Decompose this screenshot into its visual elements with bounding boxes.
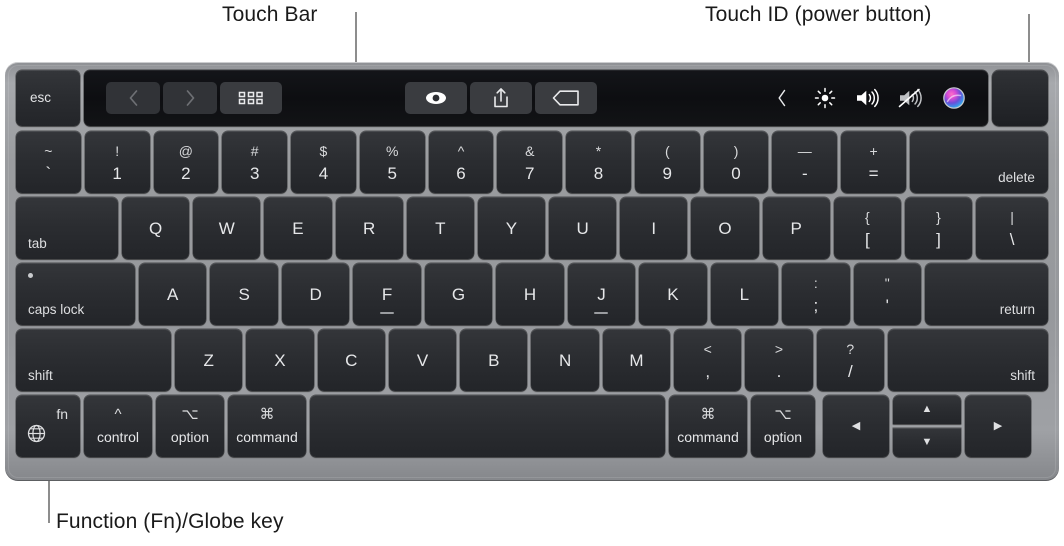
key-q[interactable]: Q bbox=[122, 197, 190, 259]
key-z[interactable]: Z bbox=[175, 329, 243, 391]
key-m[interactable]: M bbox=[602, 329, 671, 391]
key-slash[interactable]: ? / bbox=[816, 329, 884, 391]
caps-lock-indicator-icon bbox=[28, 273, 33, 278]
key-8[interactable]: * 8 bbox=[566, 131, 631, 193]
homing-bar-icon bbox=[380, 312, 395, 314]
control-strip bbox=[762, 82, 974, 114]
key-6[interactable]: ^ 6 bbox=[428, 131, 494, 193]
key-option-right[interactable]: ⌥ option bbox=[751, 395, 815, 457]
touch-bar[interactable] bbox=[84, 70, 988, 126]
key-escape[interactable]: esc bbox=[16, 70, 80, 126]
siri-icon[interactable] bbox=[934, 82, 974, 114]
touch-bar-left-group bbox=[106, 82, 282, 114]
key-shift-right[interactable]: shift bbox=[887, 329, 1048, 391]
grid-view-icon[interactable] bbox=[220, 82, 282, 114]
key-space[interactable] bbox=[310, 395, 665, 457]
key-e[interactable]: E bbox=[264, 197, 332, 259]
key-caps-lock[interactable]: caps lock bbox=[16, 263, 135, 325]
key-s[interactable]: S bbox=[210, 263, 278, 325]
key-arrow-up[interactable]: ▲ bbox=[893, 395, 961, 424]
key-semicolon[interactable]: : ; bbox=[782, 263, 850, 325]
key-x[interactable]: X bbox=[246, 329, 314, 391]
key-equals[interactable]: + = bbox=[841, 131, 906, 193]
key-c[interactable]: C bbox=[317, 329, 385, 391]
bottom-row: fn ^ control ⌥ option ⌘ command ⌘ comman… bbox=[16, 395, 1048, 457]
key-bracket-left[interactable]: { [ bbox=[833, 197, 901, 259]
touch-id-power-button[interactable] bbox=[992, 70, 1048, 126]
key-u[interactable]: U bbox=[549, 197, 617, 259]
expand-control-strip-icon[interactable] bbox=[762, 82, 802, 114]
number-row: ~ ` ! 1 @ 2 # 3 $ 4 % 5 ^ 6 & 7 * 8 (9 … bbox=[16, 131, 1048, 193]
callout-label-touch-bar: Touch Bar bbox=[222, 3, 318, 26]
home-row: caps lock A S D F G H J K L : ; " ' retu… bbox=[16, 263, 1048, 325]
touch-bar-row: esc bbox=[16, 70, 1048, 126]
key-2[interactable]: @ 2 bbox=[153, 131, 219, 193]
key-d[interactable]: D bbox=[281, 263, 350, 325]
key-tab[interactable]: tab bbox=[16, 197, 118, 259]
key-r[interactable]: R bbox=[335, 197, 403, 259]
key-0[interactable]: ) 0 bbox=[703, 131, 769, 193]
qwerty-row: tab Q W E R T Y U I O P { [ } ] | \ bbox=[16, 197, 1049, 259]
key-g[interactable]: G bbox=[424, 263, 493, 325]
key-control[interactable]: ^ control bbox=[84, 395, 152, 457]
key-command-right[interactable]: ⌘ command bbox=[669, 395, 747, 457]
share-icon[interactable] bbox=[470, 82, 532, 114]
key-backtick[interactable]: ~ ` bbox=[16, 131, 81, 193]
key-return[interactable]: return bbox=[924, 263, 1048, 325]
key-arrow-down[interactable]: ▼ bbox=[893, 428, 961, 457]
key-h[interactable]: H bbox=[496, 263, 564, 325]
key-k[interactable]: K bbox=[639, 263, 707, 325]
key-l[interactable]: L bbox=[710, 263, 779, 325]
key-quote[interactable]: " ' bbox=[853, 263, 921, 325]
volume-up-icon[interactable] bbox=[848, 82, 888, 114]
key-1[interactable]: ! 1 bbox=[84, 131, 150, 193]
callout-label-fn-globe: Function (Fn)/Globe key bbox=[56, 510, 284, 533]
key-5[interactable]: % 5 bbox=[359, 131, 425, 193]
key-bracket-right[interactable]: } ] bbox=[904, 197, 973, 259]
touch-bar-mid-group bbox=[405, 82, 597, 114]
key-arrow-left[interactable]: ◀ bbox=[823, 395, 889, 457]
key-i[interactable]: I bbox=[620, 197, 688, 259]
key-shift-left[interactable]: shift bbox=[16, 329, 171, 391]
key-period[interactable]: > . bbox=[745, 329, 813, 391]
mute-icon[interactable] bbox=[891, 82, 931, 114]
keyboard-chassis: esc ~ ` ! 1 @ 2 # 3 $ 4 % 5 ^ 6 & 7 * 8 … bbox=[5, 62, 1059, 481]
key-o[interactable]: O bbox=[691, 197, 759, 259]
shift-row: shift Z X C V B N M < , > . ? / shift bbox=[16, 329, 1048, 391]
key-comma[interactable]: < , bbox=[674, 329, 742, 391]
key-fn-globe[interactable]: fn bbox=[16, 395, 80, 457]
key-n[interactable]: N bbox=[531, 329, 599, 391]
key-w[interactable]: W bbox=[193, 197, 261, 259]
arrow-up-down-stack: ▲ ▼ bbox=[893, 395, 961, 457]
key-p[interactable]: P bbox=[762, 197, 830, 259]
forward-icon[interactable] bbox=[163, 82, 217, 114]
key-4[interactable]: $ 4 bbox=[291, 131, 356, 193]
globe-icon bbox=[27, 424, 46, 447]
key-j[interactable]: J bbox=[567, 263, 636, 325]
quick-look-icon[interactable] bbox=[405, 82, 467, 114]
key-command-left[interactable]: ⌘ command bbox=[228, 395, 306, 457]
key-b[interactable]: B bbox=[460, 329, 528, 391]
key-arrow-right[interactable]: ▶ bbox=[965, 395, 1031, 457]
key-v[interactable]: V bbox=[388, 329, 457, 391]
key-a[interactable]: A bbox=[139, 263, 207, 325]
key-f[interactable]: F bbox=[353, 263, 421, 325]
brightness-icon[interactable] bbox=[805, 82, 845, 114]
key-7[interactable]: & 7 bbox=[497, 131, 563, 193]
tag-icon[interactable] bbox=[535, 82, 597, 114]
back-icon[interactable] bbox=[106, 82, 160, 114]
key-minus[interactable]: — - bbox=[772, 131, 838, 193]
homing-bar-icon bbox=[594, 312, 609, 314]
key-backslash[interactable]: | \ bbox=[976, 197, 1049, 259]
callout-label-touch-id: Touch ID (power button) bbox=[705, 3, 932, 26]
key-y[interactable]: Y bbox=[477, 197, 546, 259]
key-option-left[interactable]: ⌥ option bbox=[156, 395, 224, 457]
key-t[interactable]: T bbox=[406, 197, 474, 259]
key-3[interactable]: # 3 bbox=[222, 131, 288, 193]
key-delete[interactable]: delete bbox=[909, 131, 1048, 193]
key-9[interactable]: ( 9 bbox=[634, 131, 700, 193]
